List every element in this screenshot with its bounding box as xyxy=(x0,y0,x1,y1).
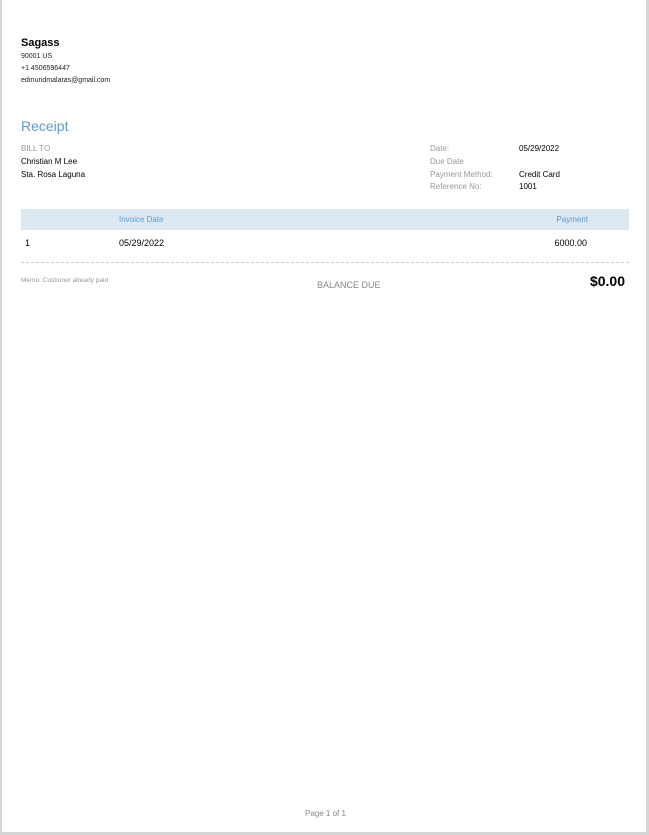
bill-to-label: BILL TO xyxy=(21,144,51,153)
date-label: Date: xyxy=(430,144,450,153)
bill-to-name: Christian M Lee xyxy=(21,157,78,166)
receipt-page: Sagass 90001 US +1 4506596447 edmundmala… xyxy=(2,0,646,832)
page-number: Page 1 of 1 xyxy=(305,809,346,818)
payment-method-label: Payment Method: xyxy=(430,170,493,179)
reference-no-label: Reference No: xyxy=(430,182,482,191)
header-invoice-date: Invoice Date xyxy=(119,215,164,224)
row-payment: 6000.00 xyxy=(554,238,587,248)
company-email: edmundmalaras@gmail.com xyxy=(21,77,111,84)
balance-due-value: $0.00 xyxy=(589,273,625,289)
row-invoice-date: 05/29/2022 xyxy=(119,238,165,248)
row-number: 1 xyxy=(25,238,31,248)
payment-method-value: Credit Card xyxy=(519,170,560,179)
document-title: Receipt xyxy=(21,118,69,134)
balance-due-label: BALANCE DUE xyxy=(317,280,381,290)
bill-to-address: Sta. Rosa Laguna xyxy=(21,170,86,179)
divider xyxy=(21,262,629,263)
header-payment: Payment xyxy=(556,215,588,224)
reference-no-value: 1001 xyxy=(519,182,537,191)
date-value: 05/29/2022 xyxy=(519,144,560,153)
memo: Memo: Customer already paid xyxy=(21,277,109,284)
company-phone: +1 4506596447 xyxy=(21,65,70,72)
due-date-label: Due Date xyxy=(430,157,464,166)
table-header: Invoice Date Payment xyxy=(21,209,629,230)
company-address: 90001 US xyxy=(21,53,53,60)
company-name: Sagass xyxy=(21,37,60,49)
